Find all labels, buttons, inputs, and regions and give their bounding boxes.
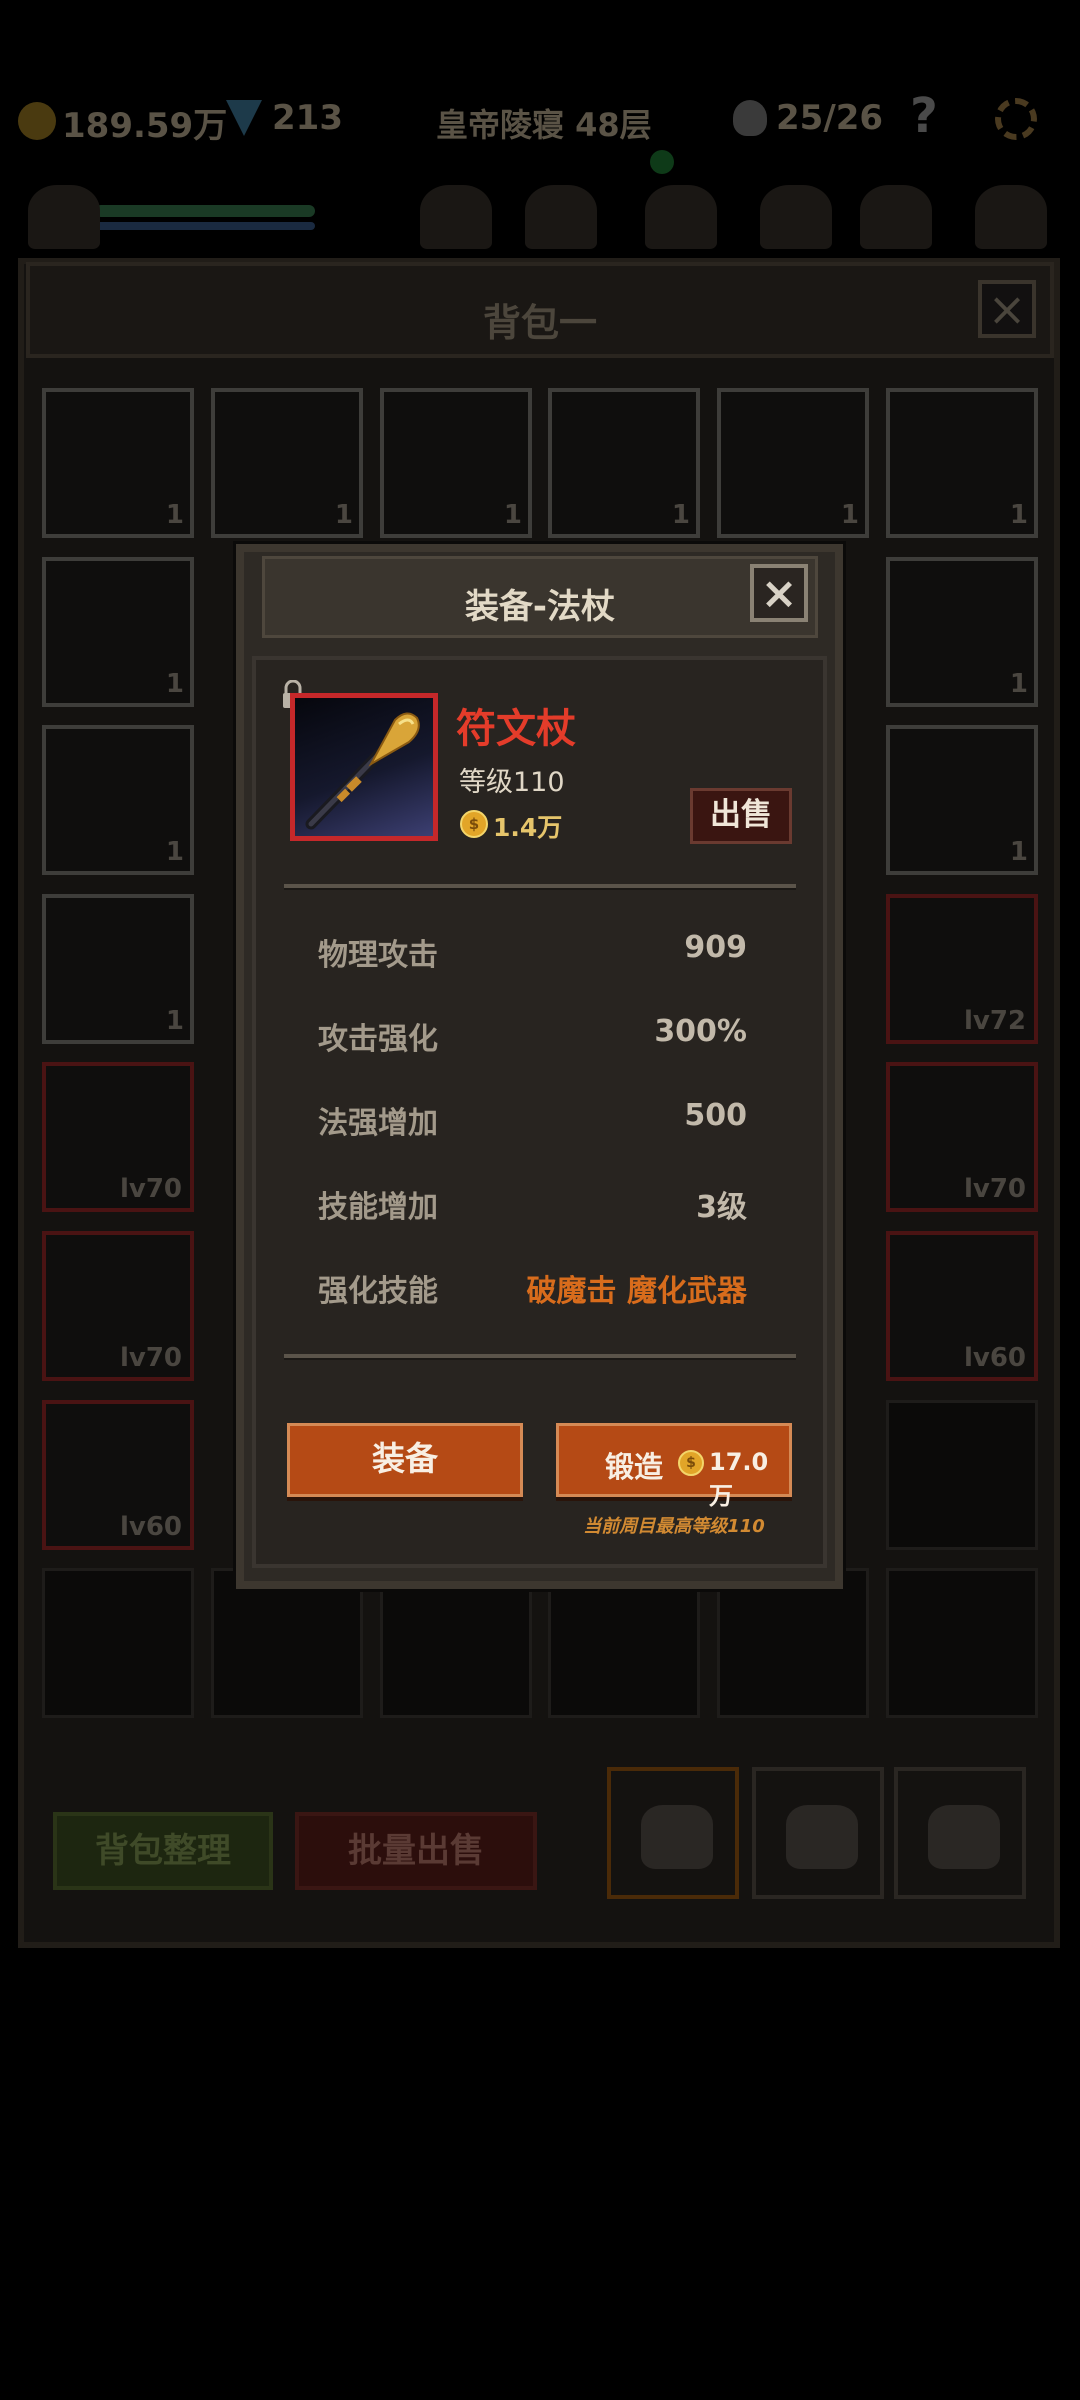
stat-label: 法强增加 — [318, 1106, 438, 1141]
inventory-slot[interactable]: lv70 — [42, 1062, 194, 1212]
hero-portrait-main[interactable] — [28, 185, 100, 249]
inventory-slot[interactable]: 1 — [886, 557, 1038, 707]
hero-portrait-6[interactable] — [975, 185, 1047, 249]
backpack-tab-2[interactable] — [752, 1767, 884, 1899]
stat-label: 物理攻击 — [318, 938, 438, 973]
item-icon-frame — [290, 693, 438, 841]
settings-gear-icon[interactable] — [995, 98, 1037, 140]
bulk-sell-button[interactable]: 批量出售 — [295, 1812, 537, 1890]
inventory-slot[interactable]: lv70 — [42, 1231, 194, 1381]
stat-value: 909 — [684, 930, 747, 965]
equipment-dialog-title: 装备-法杖 — [464, 587, 616, 627]
inventory-slot[interactable]: 1 — [42, 894, 194, 1044]
inventory-slot[interactable]: 1 — [42, 557, 194, 707]
inventory-slot[interactable]: lv60 — [42, 1400, 194, 1550]
skull-icon — [733, 100, 767, 136]
divider — [284, 1354, 796, 1358]
backpack-icon — [641, 1805, 713, 1869]
item-name: 符文杖 — [456, 706, 576, 752]
item-level: 等级110 — [459, 767, 565, 798]
equip-button[interactable]: 装备 — [287, 1423, 523, 1497]
gem-count: 213 — [272, 98, 343, 138]
gold-coin-icon: $ — [460, 810, 488, 838]
enhanced-skills-value: 破魔击 魔化武器 — [526, 1274, 747, 1309]
gem-icon — [226, 100, 262, 136]
item-sell-price: 1.4万 — [493, 813, 563, 842]
stat-label: 技能增加 — [318, 1190, 438, 1225]
inventory-slot-empty[interactable] — [717, 1568, 869, 1718]
forge-cost: 17.0万 — [709, 1448, 769, 1510]
inventory-slot[interactable]: 1 — [548, 388, 700, 538]
divider — [284, 884, 796, 888]
backpack-close-button[interactable]: × — [978, 280, 1036, 338]
stat-value: 3级 — [696, 1190, 747, 1225]
gold-coin-icon: $ — [678, 1450, 704, 1476]
backpack-tab-1[interactable] — [607, 1767, 739, 1899]
inventory-slot[interactable]: lv70 — [886, 1062, 1038, 1212]
inventory-slot[interactable]: 1 — [380, 388, 532, 538]
backpack-title: 背包一 — [482, 301, 597, 345]
notification-dot — [650, 150, 674, 174]
health-bar — [95, 205, 315, 217]
help-button[interactable]: ? — [910, 88, 938, 144]
gold-coin-icon — [18, 102, 56, 140]
inventory-slot[interactable]: 1 — [717, 388, 869, 538]
stat-label: 攻击强化 — [318, 1022, 438, 1057]
sort-backpack-button[interactable]: 背包整理 — [53, 1812, 273, 1890]
inventory-slot[interactable]: 1 — [42, 725, 194, 875]
stat-value: 500 — [684, 1098, 747, 1133]
backpack-icon — [928, 1805, 1000, 1869]
stat-label: 强化技能 — [318, 1274, 438, 1309]
hero-portrait-2[interactable] — [525, 185, 597, 249]
inventory-slot-empty[interactable] — [380, 1568, 532, 1718]
forge-button-label: 锻造 — [605, 1450, 664, 1484]
hero-portrait-4[interactable] — [760, 185, 832, 249]
inventory-slot[interactable]: lv72 — [886, 894, 1038, 1044]
inventory-slot-empty[interactable] — [886, 1400, 1038, 1550]
hero-portrait-3[interactable] — [645, 185, 717, 249]
inventory-slot[interactable]: 1 — [211, 388, 363, 538]
inventory-slot[interactable]: 1 — [42, 388, 194, 538]
equipment-dialog-close-button[interactable]: × — [750, 564, 808, 622]
backpack-icon — [786, 1805, 858, 1869]
dungeon-location: 皇帝陵寝 48层 — [436, 106, 652, 144]
inventory-slot-empty[interactable] — [211, 1568, 363, 1718]
backpack-tab-3[interactable] — [894, 1767, 1026, 1899]
inventory-slot[interactable]: 1 — [886, 725, 1038, 875]
equipment-dialog-header: 装备-法杖 — [262, 556, 818, 638]
inventory-slot[interactable]: lv60 — [886, 1231, 1038, 1381]
max-level-note: 当前周目最高等级110 — [583, 1516, 765, 1537]
gold-amount: 189.59万 — [62, 106, 228, 146]
inventory-slot-empty[interactable] — [42, 1568, 194, 1718]
mana-bar — [95, 222, 315, 230]
hero-portrait-5[interactable] — [860, 185, 932, 249]
inventory-slot-empty[interactable] — [886, 1568, 1038, 1718]
inventory-slot[interactable]: 1 — [886, 388, 1038, 538]
sell-button[interactable]: 出售 — [690, 788, 792, 844]
inventory-slot-empty[interactable] — [548, 1568, 700, 1718]
kill-count: 25/26 — [776, 98, 884, 138]
backpack-header: 背包一 — [26, 262, 1054, 358]
forge-button[interactable]: 锻造 $ 17.0万 — [556, 1423, 792, 1510]
hero-portrait-1[interactable] — [420, 185, 492, 249]
rune-staff-icon — [305, 712, 420, 830]
stat-value: 300% — [654, 1014, 747, 1049]
